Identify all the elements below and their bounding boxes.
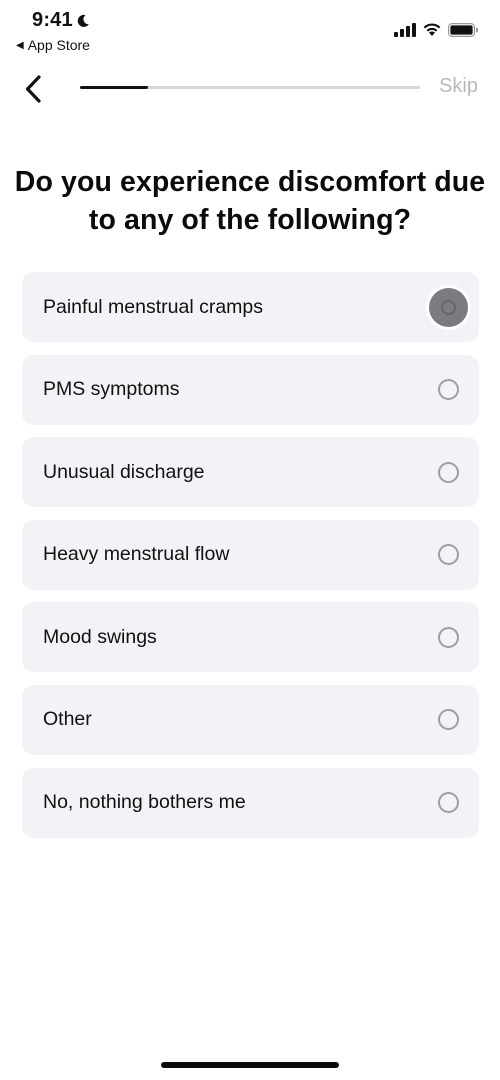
option-label: Other [43,708,92,731]
back-app-label: App Store [27,37,90,53]
status-bar: 9:41 ◀ App Store [0,0,500,60]
option-unusual-discharge[interactable]: Unusual discharge [22,437,479,508]
option-pms-symptoms[interactable]: PMS symptoms [22,354,479,425]
back-button[interactable] [18,72,48,106]
option-nothing-bothers-me[interactable]: No, nothing bothers me [22,767,479,838]
options-list: Painful menstrual cramps PMS symptoms Un… [22,272,479,850]
back-triangle-icon: ◀ [16,39,24,51]
option-painful-menstrual-cramps[interactable]: Painful menstrual cramps [22,272,479,342]
moon-icon [77,14,89,27]
option-other[interactable]: Other [22,684,479,755]
radio-icon[interactable] [438,626,459,648]
status-indicators [394,22,478,37]
option-label: Mood swings [43,625,157,648]
option-label: Unusual discharge [43,460,205,483]
radio-icon[interactable] [438,544,459,566]
option-label: No, nothing bothers me [43,791,246,814]
radio-icon[interactable] [429,287,468,327]
cellular-signal-icon [394,22,416,37]
wifi-icon [423,23,441,36]
time-text: 9:41 [32,9,73,31]
option-mood-swings[interactable]: Mood swings [22,602,479,673]
radio-icon[interactable] [438,792,459,814]
option-label: Painful menstrual cramps [43,295,264,318]
option-label: PMS symptoms [43,378,180,401]
option-label: Heavy menstrual flow [43,543,230,566]
back-to-app-store[interactable]: ◀ App Store [16,37,90,53]
radio-icon[interactable] [438,709,459,731]
chevron-left-icon [25,75,41,103]
radio-icon[interactable] [438,379,459,401]
option-heavy-menstrual-flow[interactable]: Heavy menstrual flow [22,519,479,590]
onboarding-nav: Skip [0,66,500,110]
progress-bar [80,86,420,89]
progress-fill [80,86,148,89]
question-title: Do you experience discomfort due to any … [14,166,486,236]
radio-icon[interactable] [438,461,459,483]
battery-icon [448,22,478,37]
home-indicator[interactable] [161,1062,339,1068]
skip-button[interactable]: Skip [439,75,478,98]
status-time: 9:41 [32,9,90,32]
